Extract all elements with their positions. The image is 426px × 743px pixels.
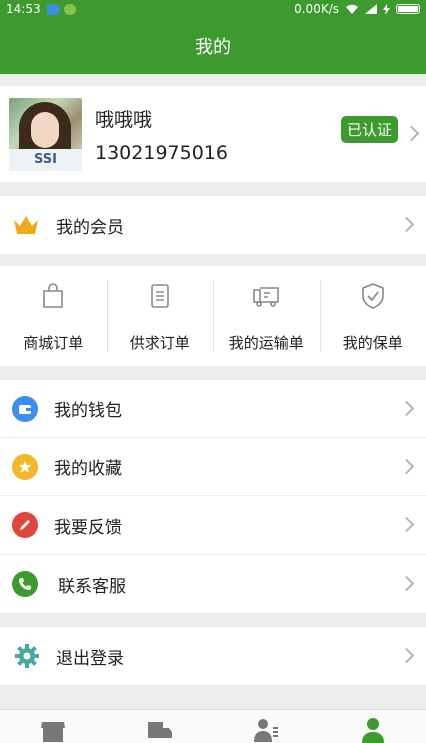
gear-icon — [15, 644, 39, 668]
signal-icon — [365, 4, 377, 14]
tab-mine[interactable] — [320, 710, 426, 743]
crown-icon — [14, 216, 38, 234]
wallet-icon — [12, 395, 38, 422]
person-icon — [361, 718, 384, 743]
phone-icon — [12, 571, 38, 597]
orders-grid: 商城订单 供求订单 我的运输单 我的保单 — [0, 266, 426, 366]
profile-phone: 13021975016 — [95, 141, 228, 164]
menu-wallet[interactable]: 我的钱包 — [0, 380, 426, 437]
chevron-right-icon — [398, 400, 415, 416]
menu-favorites-label: 我的收藏 — [54, 459, 122, 479]
avatar-shirt-text: SSI — [9, 148, 82, 171]
order-supply-label: 供求订单 — [129, 334, 190, 352]
order-mall-label: 商城订单 — [23, 334, 84, 352]
bottom-tab-bar — [0, 709, 426, 743]
order-supply[interactable]: 供求订单 — [106, 266, 214, 366]
truck-icon — [147, 722, 172, 738]
tab-transport[interactable] — [107, 710, 214, 743]
profile-card[interactable]: SSI 哦哦哦 13021975016 已认证 — [0, 86, 426, 182]
menu-feedback[interactable]: 我要反馈 — [0, 496, 426, 554]
notification-icon — [46, 3, 59, 15]
shield-icon — [361, 283, 384, 309]
store-icon — [41, 722, 66, 742]
tab-contacts[interactable] — [213, 710, 320, 743]
star-icon — [12, 453, 38, 480]
status-bar: 14:53 0.00K/s — [0, 0, 426, 18]
network-speed: 0.00K/s — [294, 2, 339, 16]
order-insurance[interactable]: 我的保单 — [319, 266, 426, 366]
order-mall[interactable]: 商城订单 — [0, 266, 107, 366]
profile-name: 哦哦哦 — [95, 108, 153, 131]
tab-store[interactable] — [0, 710, 107, 743]
membership-label: 我的会员 — [56, 217, 124, 238]
chevron-right-icon — [398, 575, 415, 592]
wifi-icon — [346, 4, 358, 14]
menu-wallet-label: 我的钱包 — [54, 401, 122, 421]
contacts-icon — [254, 719, 279, 742]
chevron-right-icon — [398, 458, 415, 474]
pencil-icon — [12, 512, 38, 538]
app-notification-icon — [63, 3, 76, 15]
verified-badge: 已认证 — [340, 116, 398, 143]
clipboard-icon — [150, 284, 169, 308]
menu-favorites[interactable]: 我的收藏 — [0, 438, 426, 495]
logout-row[interactable]: 退出登录 — [0, 627, 426, 685]
shopping-bag-icon — [43, 283, 64, 308]
membership-row[interactable]: 我的会员 — [0, 196, 426, 254]
title-bar: 我的 — [0, 18, 426, 74]
chevron-right-icon — [403, 125, 420, 142]
menu-customer-service[interactable]: 联系客服 — [0, 555, 426, 613]
order-transport[interactable]: 我的运输单 — [213, 266, 320, 366]
charging-icon — [383, 3, 390, 15]
truck-icon — [253, 287, 280, 307]
menu-customer-service-label: 联系客服 — [58, 576, 126, 597]
order-transport-label: 我的运输单 — [228, 334, 304, 352]
page-title: 我的 — [195, 37, 231, 58]
chevron-right-icon — [398, 647, 415, 664]
order-insurance-label: 我的保单 — [342, 334, 403, 352]
battery-icon — [396, 4, 420, 14]
logout-label: 退出登录 — [56, 648, 124, 669]
status-time: 14:53 — [6, 2, 41, 16]
menu-feedback-label: 我要反馈 — [54, 517, 122, 538]
chevron-right-icon — [398, 216, 415, 233]
avatar[interactable]: SSI — [9, 97, 82, 171]
chevron-right-icon — [398, 516, 415, 533]
